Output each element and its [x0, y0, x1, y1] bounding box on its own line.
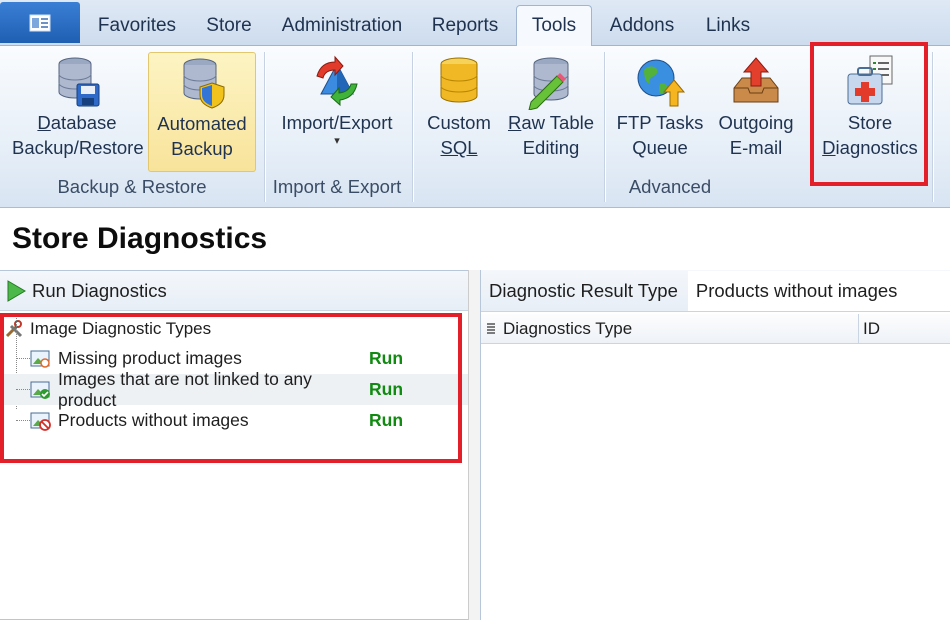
highlight-box-ribbon: [810, 42, 928, 186]
result-type-value[interactable]: Products without images: [687, 270, 950, 311]
tab-reports[interactable]: Reports: [424, 6, 506, 46]
database-shield-icon: [183, 58, 225, 109]
group-separator: [264, 52, 265, 202]
tab-favorites[interactable]: Favorites: [88, 6, 186, 46]
ribbon-tab-bar: Favorites Store Administration Reports T…: [0, 0, 950, 46]
results-grid-header: Diagnostics Type ID: [481, 313, 950, 344]
ftp-tasks-label-1: FTP Tasks: [616, 112, 704, 133]
raw-table-label-1: aw Table: [521, 112, 595, 133]
group-separator: [412, 52, 413, 202]
globe-upload-icon: [637, 59, 686, 107]
outgoing-email-label-1: Outgoing: [718, 112, 794, 133]
import-export-button[interactable]: Import/Export ▾: [276, 54, 398, 169]
column-label-diagnostics-type: Diagnostics Type: [503, 318, 633, 338]
run-diagnostics-label: Run Diagnostics: [32, 279, 167, 301]
column-label-id: ID: [863, 318, 880, 338]
raw-table-label-2: Editing: [522, 137, 580, 158]
group-separator: [932, 52, 933, 202]
outgoing-email-label-2: E-mail: [729, 137, 783, 158]
left-panel-scrollbar[interactable]: [468, 270, 480, 620]
tab-links[interactable]: Links: [696, 6, 760, 46]
outbox-icon: [733, 57, 779, 103]
outgoing-email-button[interactable]: Outgoing E-mail: [712, 54, 800, 169]
db-backup-accesskey: D: [37, 112, 51, 133]
auto-backup-label-1: Automated: [157, 113, 247, 134]
database-backup-restore-button[interactable]: Database Backup/Restore: [12, 54, 144, 169]
column-header-id[interactable]: ID: [859, 319, 880, 339]
tab-tools[interactable]: Tools: [516, 5, 592, 46]
raw-table-accesskey: R: [507, 112, 522, 133]
play-icon: [7, 279, 26, 302]
tab-administration[interactable]: Administration: [272, 6, 412, 46]
custom-sql-button[interactable]: Custom SQL: [420, 54, 498, 169]
auto-backup-label-2: Backup: [171, 138, 233, 159]
column-chooser-icon[interactable]: [485, 322, 497, 336]
highlight-box-tree: [0, 313, 462, 463]
custom-sql-label-1: Custom: [427, 112, 491, 133]
group-separator: [604, 52, 605, 202]
app-menu-icon: [29, 14, 51, 31]
db-backup-label-2: Backup/Restore: [12, 137, 144, 158]
group-backup-restore: Backup & Restore: [57, 176, 207, 197]
tab-addons[interactable]: Addons: [600, 6, 684, 46]
page-title: Store Diagnostics: [12, 222, 268, 255]
table-edit-icon: [528, 57, 569, 110]
result-type-bar: Diagnostic Result Type Products without …: [481, 270, 950, 312]
raw-table-editing-button[interactable]: Raw Table Editing: [506, 54, 596, 169]
sql-database-icon: [440, 57, 478, 103]
automated-backup-button[interactable]: Automated Backup: [148, 52, 256, 172]
application-menu-button[interactable]: [0, 2, 80, 43]
diagnostic-results-panel: Diagnostic Result Type Products without …: [480, 270, 950, 620]
db-backup-label-1: atabase: [50, 112, 117, 133]
title-bar: Store Diagnostics: [0, 208, 950, 268]
import-export-label: Import/Export: [281, 112, 393, 133]
ftp-tasks-label-2: Queue: [632, 137, 688, 158]
group-import-export: Import & Export: [272, 176, 402, 197]
chevron-down-icon: ▾: [334, 135, 340, 147]
group-advanced: Advanced: [628, 176, 712, 197]
custom-sql-label-2: SQL: [440, 137, 478, 158]
import-export-icon: [316, 55, 358, 107]
diagnostics-tree-panel: Run Diagnostics Image Diagnostic Types M…: [0, 270, 470, 620]
run-diagnostics-button[interactable]: Run Diagnostics: [0, 271, 468, 311]
column-header-diagnostics-type[interactable]: Diagnostics Type: [481, 313, 859, 344]
tab-store[interactable]: Store: [196, 6, 262, 46]
ribbon-panel: Database Backup/Restore Automated Backup…: [0, 42, 950, 208]
result-type-label: Diagnostic Result Type: [489, 279, 678, 301]
database-save-icon: [58, 57, 100, 107]
ftp-tasks-queue-button[interactable]: FTP Tasks Queue: [612, 54, 708, 169]
